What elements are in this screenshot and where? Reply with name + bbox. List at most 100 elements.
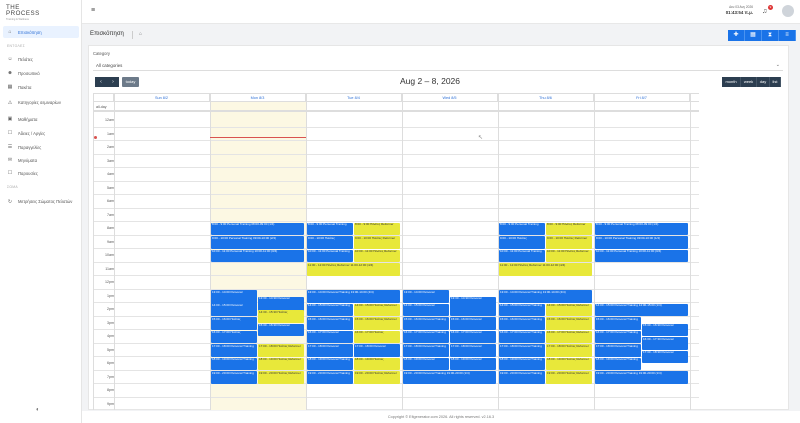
- calendar-event[interactable]: 15:00 - 16:00 Personal Training: [403, 317, 449, 330]
- day-column-header[interactable]: Sat 8/8: [690, 94, 699, 102]
- calendar-event[interactable]: 15:00 - 16:00 Personal: [450, 317, 496, 330]
- calendar-event[interactable]: 16:00 - 17:00 Πιλάτες Reformer: [546, 330, 592, 343]
- hour-row[interactable]: [94, 384, 699, 398]
- calendar-event[interactable]: 13:00 - 14:00 Personal Training 13:00-14…: [499, 290, 592, 303]
- calendar-event[interactable]: 8:00 - 9:00 Πιλάτες Reformer: [354, 222, 400, 235]
- calendar-event[interactable]: 18:00 - 19:00 Πιλάτες Reformer: [258, 357, 304, 370]
- calendar-event[interactable]: 9:00 - 10:00 Πιλάτες: [499, 236, 545, 249]
- calendar-event[interactable]: 19:00 - 20:00 Personal Training: [307, 371, 353, 384]
- calendar-event[interactable]: 16:00 - 17:00 Personal Training: [595, 330, 641, 343]
- view-day-button[interactable]: day: [757, 77, 770, 87]
- calendar-event[interactable]: 17:00 - 18:00 Πιλάτες Reformer: [258, 344, 304, 357]
- filter-icon[interactable]: ≡: [779, 30, 796, 41]
- hour-row[interactable]: [94, 195, 699, 209]
- calendar-event[interactable]: 19:00 - 20:00 Πιλάτες Reformer: [546, 371, 592, 384]
- calendar-event[interactable]: 19:00 - 20:00 Personal Training 19:00-20…: [403, 371, 496, 384]
- calendar-event[interactable]: 17:00 - 18:00 Personal: [450, 344, 496, 357]
- calendar-event[interactable]: 14:00 - 15:00 Personal: [211, 303, 257, 316]
- calendar-event[interactable]: 16:00 - 17:00 Personal: [307, 330, 353, 343]
- sidebar-item-messages[interactable]: ✉ Μηνύματα: [7, 155, 81, 165]
- day-column-header[interactable]: Mon 8/3: [210, 94, 306, 102]
- calendar-event[interactable]: 19:00 - 20:00 Πιλάτες Reformer: [258, 371, 304, 384]
- calendar-icon[interactable]: ▦: [745, 30, 762, 41]
- hour-row[interactable]: [94, 168, 699, 182]
- calendar-event[interactable]: 14:00 - 15:00 Personal: [403, 303, 449, 316]
- calendar-event[interactable]: 18:00 - 19:00 Πιλάτες: [354, 357, 400, 370]
- calendar-event[interactable]: 17:30 - 18:30 Personal: [642, 350, 688, 364]
- today-button[interactable]: today: [122, 77, 139, 87]
- sidebar-item-clients[interactable]: ☺ Πελάτες: [7, 54, 81, 64]
- calendar-event[interactable]: 10:00 - 11:00 Personal Training 10:00-11…: [595, 249, 688, 262]
- calendar-event[interactable]: 16:00 - 17:00 Πιλάτες: [211, 330, 257, 343]
- hour-row[interactable]: [94, 141, 699, 155]
- calendar-event[interactable]: 16:00 - 17:00 Personal: [450, 330, 496, 343]
- hour-row[interactable]: [94, 114, 699, 128]
- hour-row[interactable]: [94, 128, 699, 141]
- calendar-event[interactable]: 17:00 - 18:00 Personal: [307, 344, 353, 357]
- calendar-event[interactable]: 10:00 - 11:00 Personal Training: [307, 249, 353, 262]
- hour-row[interactable]: [94, 276, 699, 290]
- menu-toggle-icon[interactable]: ≡: [91, 7, 99, 15]
- sidebar-item-leaves[interactable]: ☐ Άδειες / Αργίες: [7, 128, 81, 138]
- calendar-event[interactable]: 15:00 - 16:00 Πιλάτες: [211, 317, 257, 330]
- calendar-event[interactable]: 10:00 - 11:00 Personal Training: [499, 249, 545, 262]
- calendar-event[interactable]: 16:30 - 17:30 Personal: [642, 337, 688, 350]
- calendar-event[interactable]: 9:00 - 10:00 Personal Training 09:00-10:…: [595, 236, 688, 249]
- sidebar-item-staff[interactable]: ☻ Προσωπικό: [7, 68, 81, 78]
- sidebar-item-attendance[interactable]: ☐ Παρουσίες: [7, 168, 81, 178]
- calendar-event[interactable]: 18:00 - 19:00 Personal Training: [595, 357, 641, 370]
- calendar-event[interactable]: 14:30 - 15:30 Πιλάτες: [258, 310, 304, 323]
- calendar-event[interactable]: 10:00 - 11:00 Πιλάτες Reformer: [546, 249, 592, 262]
- calendar-event[interactable]: 18:00 - 19:00 Πιλάτες Reformer: [546, 357, 592, 370]
- calendar-event[interactable]: 9:00 - 10:00 Πιλάτες Reformer: [546, 236, 592, 249]
- day-column-header[interactable]: Fri 8/7: [594, 94, 690, 102]
- calendar-event[interactable]: 14:00 - 15:00 Πιλάτες Reformer: [354, 303, 400, 316]
- calendar-event[interactable]: 15:00 - 16:00 Πιλάτες Reformer: [546, 317, 592, 330]
- calendar-event[interactable]: 13:00 - 14:00 Personal: [403, 290, 449, 303]
- calendar-event[interactable]: 18:00 - 19:00 Personal Training: [211, 357, 257, 370]
- calendar-event[interactable]: 16:00 - 17:00 Πιλάτες: [354, 330, 400, 343]
- hour-row[interactable]: [94, 209, 699, 222]
- view-month-button[interactable]: month: [722, 77, 741, 87]
- calendar-event[interactable]: 13:00 - 14:00 Personal Training 13:00-14…: [307, 290, 400, 303]
- breadcrumb-home-icon[interactable]: ⌂: [139, 31, 142, 37]
- prev-week-button[interactable]: ‹: [95, 77, 107, 87]
- calendar-event[interactable]: 19:00 - 20:00 Personal Training: [211, 371, 257, 384]
- calendar-event[interactable]: 15:00 - 16:00 Personal Training: [499, 317, 545, 330]
- view-list-button[interactable]: list: [770, 77, 781, 87]
- calendar-event[interactable]: 9:00 - 10:00 Πιλάτες Reformer: [354, 236, 400, 249]
- calendar-event[interactable]: 11:00 - 12:00 Πιλάτες Reformer 11:00-12:…: [499, 263, 592, 276]
- calendar-event[interactable]: 19:00 - 20:00 Personal Training: [499, 371, 545, 384]
- hour-row[interactable]: [94, 182, 699, 195]
- day-column-header[interactable]: Tue 8/4: [306, 94, 402, 102]
- week-calendar-grid[interactable]: Sun 8/2 Mon 8/3 Tue 8/4 Wed 8/5 Thu 8/6 Fri 8…: [93, 93, 699, 410]
- calendar-event[interactable]: 10:00 - 11:00 Personal Training 10:00-11…: [211, 249, 304, 262]
- calendar-event[interactable]: 11:00 - 12:00 Πιλάτες Reformer 11:00-12:…: [307, 263, 400, 276]
- day-column-header[interactable]: Wed 8/5: [402, 94, 498, 102]
- view-week-button[interactable]: week: [741, 77, 757, 87]
- calendar-event[interactable]: 17:00 - 18:00 Personal Training: [595, 344, 641, 357]
- calendar-event[interactable]: 18:00 - 19:00 Personal: [450, 357, 496, 370]
- calendar-event[interactable]: 18:00 - 19:00 Personal Training: [499, 357, 545, 370]
- calendar-event[interactable]: 15:00 - 16:00 Personal Training: [595, 317, 641, 330]
- calendar-event[interactable]: 9:00 - 10:00 Personal Training 09:00-10:…: [211, 236, 304, 249]
- collapse-sidebar-icon[interactable]: ◐: [36, 407, 44, 415]
- sidebar-item-lessons[interactable]: ▣ Μαθήματα: [7, 114, 81, 124]
- calendar-event[interactable]: 8:00 - 9:00 Personal Training: [307, 222, 353, 235]
- app-logo[interactable]: THE PROCESS Training & Wellness: [6, 4, 66, 23]
- calendar-event[interactable]: 9:00 - 10:00 Πιλάτες: [307, 236, 353, 249]
- sidebar-item-seminar-categories[interactable]: ⚠ Κατηγορίες σεμιναρίων: [7, 96, 81, 110]
- calendar-event[interactable]: 18:00 - 19:00 Personal Training: [307, 357, 353, 370]
- calendar-event[interactable]: 16:00 - 17:00 Personal Training: [403, 330, 449, 343]
- sidebar-item-orders[interactable]: ☰ Παραγγελίες: [7, 142, 81, 152]
- calendar-event[interactable]: 16:00 - 17:00 Personal Training: [499, 330, 545, 343]
- user-avatar[interactable]: [782, 5, 794, 17]
- calendar-event[interactable]: 17:00 - 18:00 Personal Training: [211, 344, 257, 357]
- hourglass-icon[interactable]: ⧗: [762, 30, 779, 41]
- calendar-event[interactable]: 14:00 - 15:00 Πιλάτες Reformer: [546, 303, 592, 316]
- calendar-event[interactable]: 15:30 - 16:30 Personal: [258, 323, 304, 337]
- calendar-event[interactable]: 17:00 - 18:00 Personal Training: [403, 344, 449, 357]
- calendar-event[interactable]: 8:00 - 9:00 Personal Training: [499, 222, 545, 235]
- sidebar-item-body-measurements[interactable]: ↻ Μετρήσεις Σώματος Πελατών: [7, 195, 81, 209]
- calendar-event[interactable]: 15:30 - 16:30 Personal: [642, 323, 688, 337]
